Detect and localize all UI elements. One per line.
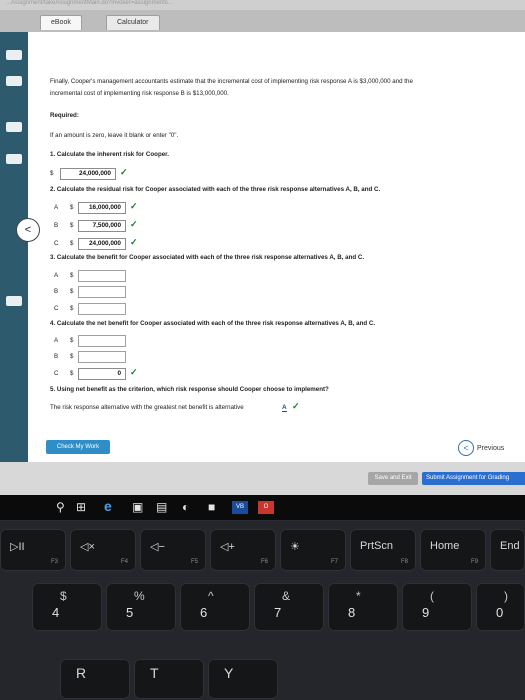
previous-label: Previous <box>477 445 504 452</box>
task-view-icon[interactable]: ⊞ <box>76 500 86 514</box>
correct-check-icon: ✓ <box>292 401 300 412</box>
question-5-sentence: The risk response alternative with the g… <box>50 402 244 414</box>
key-0[interactable]: )0 <box>476 583 525 631</box>
microphone-icon[interactable]: ⚲ <box>56 500 65 514</box>
key-r[interactable]: R <box>60 659 130 699</box>
side-nav-item[interactable] <box>6 296 22 306</box>
question-5: 5. Using net benefit as the criterion, w… <box>50 384 329 396</box>
q3-a-input[interactable] <box>78 270 126 282</box>
tab-calculator[interactable]: Calculator <box>106 15 160 30</box>
dollar-sign: $ <box>70 305 73 312</box>
edge-icon[interactable]: e <box>104 498 112 514</box>
check-my-work-button[interactable]: Check My Work <box>46 440 110 454</box>
key-f5[interactable]: ◁−F5 <box>140 529 206 571</box>
option-label: A <box>54 337 58 344</box>
key-t[interactable]: T <box>134 659 204 699</box>
key-8[interactable]: *8 <box>328 583 398 631</box>
option-label: A <box>54 272 58 279</box>
correct-check-icon: ✓ <box>130 201 138 212</box>
q4-a-input[interactable] <box>78 335 126 347</box>
previous-button[interactable]: <Previous <box>458 440 504 456</box>
keyboard: ▷IIF3 ◁×F4 ◁−F5 ◁+F6 ☀F7 PrtScnF8 HomeF9… <box>0 521 525 700</box>
option-label: C <box>54 240 58 247</box>
key-4[interactable]: $4 <box>32 583 102 631</box>
q5-answer-select[interactable]: A <box>282 404 287 412</box>
dollar-sign: $ <box>70 370 73 377</box>
correct-check-icon: ✓ <box>130 237 138 248</box>
dollar-sign: $ <box>70 240 73 247</box>
correct-check-icon: ✓ <box>130 219 138 230</box>
option-label: C <box>54 305 58 312</box>
save-and-exit-button[interactable]: Save and Exit <box>368 472 418 485</box>
required-label: Required: <box>50 110 79 122</box>
app-icon[interactable]: ◐ <box>182 500 189 514</box>
side-nav-item[interactable] <box>6 122 22 132</box>
screen: ...Assignment/takeAssignmentMain.do?invo… <box>0 0 525 520</box>
question-panel: Finally, Cooper's management accountants… <box>28 32 525 462</box>
url-bar[interactable]: ...Assignment/takeAssignmentMain.do?invo… <box>0 0 525 10</box>
side-nav-item[interactable] <box>6 50 22 60</box>
option-label: C <box>54 370 58 377</box>
dollar-sign: $ <box>70 288 73 295</box>
zero-instruction: If an amount is zero, leave it blank or … <box>50 130 178 142</box>
key-end[interactable]: End <box>490 529 525 571</box>
option-label: B <box>54 353 58 360</box>
side-nav-item[interactable] <box>6 154 22 164</box>
option-label: B <box>54 288 58 295</box>
q3-b-input[interactable] <box>78 286 126 298</box>
tab-bar: eBook Calculator <box>0 10 525 32</box>
key-5[interactable]: %5 <box>106 583 176 631</box>
key-f9[interactable]: HomeF9 <box>420 529 486 571</box>
q3-c-input[interactable] <box>78 303 126 315</box>
key-7[interactable]: &7 <box>254 583 324 631</box>
q4-c-input[interactable]: 0 <box>78 368 126 380</box>
virtualbox-icon[interactable]: VB <box>232 501 248 514</box>
chevron-left-icon: < <box>458 440 474 456</box>
tab-ebook[interactable]: eBook <box>40 15 82 30</box>
dollar-sign: $ <box>70 353 73 360</box>
dollar-sign: $ <box>70 272 73 279</box>
key-6[interactable]: ^6 <box>180 583 250 631</box>
store-icon[interactable]: ▤ <box>156 500 167 514</box>
dollar-sign: $ <box>50 170 53 177</box>
key-f8[interactable]: PrtScnF8 <box>350 529 416 571</box>
option-label: A <box>54 204 58 211</box>
question-4: 4. Calculate the net benefit for Cooper … <box>50 318 375 330</box>
intro-line-2: incremental cost of implementing risk re… <box>50 88 229 100</box>
office-icon[interactable]: O <box>258 501 274 514</box>
file-explorer-icon[interactable]: ▣ <box>132 500 143 514</box>
key-9[interactable]: (9 <box>402 583 472 631</box>
dollar-sign: $ <box>70 222 73 229</box>
q2-a-input[interactable]: 16,000,000 <box>78 202 126 214</box>
correct-check-icon: ✓ <box>130 367 138 378</box>
q2-b-input[interactable]: 7,500,000 <box>78 220 126 232</box>
question-1: 1. Calculate the inherent risk for Coope… <box>50 149 169 161</box>
side-nav-item[interactable] <box>6 76 22 86</box>
key-f6[interactable]: ◁+F6 <box>210 529 276 571</box>
question-2: 2. Calculate the residual risk for Coope… <box>50 184 380 196</box>
dollar-sign: $ <box>70 204 73 211</box>
back-chevron-icon[interactable]: < <box>16 218 40 242</box>
key-f3[interactable]: ▷IIF3 <box>0 529 66 571</box>
app-icon[interactable]: ■ <box>208 500 215 514</box>
q1-answer-input[interactable]: 24,000,000 <box>60 168 116 180</box>
correct-check-icon: ✓ <box>120 167 128 178</box>
submit-assignment-button[interactable]: Submit Assignment for Grading <box>422 472 525 485</box>
option-label: B <box>54 222 58 229</box>
key-y[interactable]: Y <box>208 659 278 699</box>
key-f7[interactable]: ☀F7 <box>280 529 346 571</box>
q4-b-input[interactable] <box>78 351 126 363</box>
dollar-sign: $ <box>70 337 73 344</box>
q2-c-input[interactable]: 24,000,000 <box>78 238 126 250</box>
side-nav <box>0 32 28 462</box>
intro-line-1: Finally, Cooper's management accountants… <box>50 76 510 88</box>
taskbar: ⚲ ⊞ e ▣ ▤ ◐ ■ VB O <box>0 495 525 520</box>
question-3: 3. Calculate the benefit for Cooper asso… <box>50 252 364 264</box>
key-f4[interactable]: ◁×F4 <box>70 529 136 571</box>
